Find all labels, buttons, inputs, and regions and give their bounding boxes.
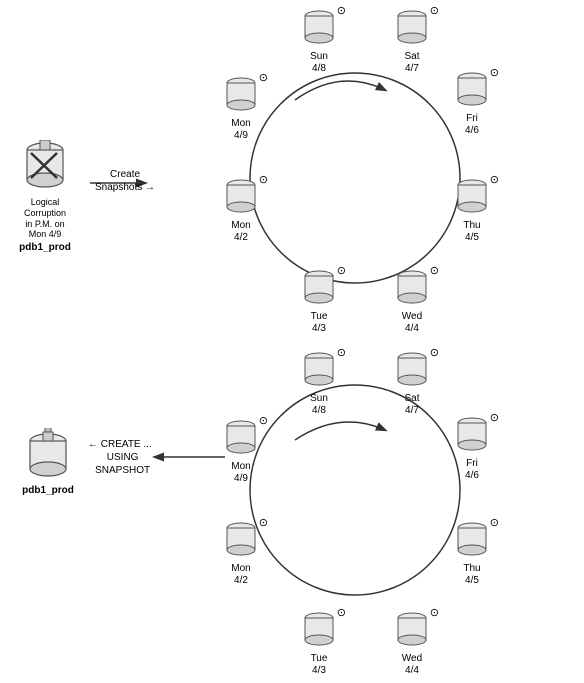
camera-icon: ⊙ bbox=[337, 606, 346, 619]
camera-icon: ⊙ bbox=[490, 66, 499, 79]
restored-db: pdb1_prod bbox=[22, 428, 74, 497]
snapshot-thu-45-top: ⊙ Thu4/5 bbox=[453, 177, 491, 244]
create-snapshots-label: CreateSnapshots → bbox=[95, 168, 155, 194]
snapshot-thu-45-bottom: ⊙ Thu4/5 bbox=[453, 520, 491, 587]
snapshot-label: Thu4/5 bbox=[463, 563, 480, 587]
snapshot-mon-42-top: ⊙ Mon4/2 bbox=[222, 177, 260, 244]
create-snapshot-label: ← CREATE ... USING SNAPSHOT bbox=[88, 438, 152, 477]
snapshot-wed-44-bottom: ⊙ Wed4/4 bbox=[393, 610, 431, 677]
snapshot-label: Mon4/2 bbox=[231, 220, 250, 244]
snapshot-label: Mon4/9 bbox=[231, 461, 250, 485]
camera-icon: ⊙ bbox=[259, 516, 268, 529]
snapshot-sat-47-top: ⊙ Sat4/7 bbox=[393, 8, 431, 75]
snapshot-label: Tue4/3 bbox=[311, 311, 328, 335]
snapshot-label: Fri4/6 bbox=[465, 458, 479, 482]
snapshot-label: Sat4/7 bbox=[404, 393, 419, 417]
camera-icon: ⊙ bbox=[430, 346, 439, 359]
camera-icon: ⊙ bbox=[490, 516, 499, 529]
camera-icon: ⊙ bbox=[337, 4, 346, 17]
camera-icon: ⊙ bbox=[259, 71, 268, 84]
snapshot-fri-46-bottom: ⊙ Fri4/6 bbox=[453, 415, 491, 482]
snapshot-mon-49-bottom: ⊙ Mon4/9 bbox=[222, 418, 260, 485]
corrupt-db: LogicalCorruptionin P.M. onMon 4/9 pdb1_… bbox=[10, 140, 80, 254]
snapshot-label: Tue4/3 bbox=[311, 653, 328, 677]
corrupt-db-name: pdb1_prod bbox=[19, 242, 71, 254]
snapshot-label: Sun4/8 bbox=[310, 393, 328, 417]
snapshot-wed-44-top: ⊙ Wed4/4 bbox=[393, 268, 431, 335]
camera-icon: ⊙ bbox=[337, 264, 346, 277]
snapshot-label: Fri4/6 bbox=[465, 113, 479, 137]
snapshot-label: Sat4/7 bbox=[404, 51, 419, 75]
camera-icon: ⊙ bbox=[259, 414, 268, 427]
diagram-svg bbox=[0, 0, 584, 683]
camera-icon: ⊙ bbox=[430, 264, 439, 277]
snapshot-label: Mon4/2 bbox=[231, 563, 250, 587]
snapshot-label: Wed4/4 bbox=[402, 653, 422, 677]
main-diagram: LogicalCorruptionin P.M. onMon 4/9 pdb1_… bbox=[0, 0, 584, 683]
snapshot-sun-48-bottom: ⊙ Sun4/8 bbox=[300, 350, 338, 417]
camera-icon: ⊙ bbox=[259, 173, 268, 186]
snapshot-sun-48-top: ⊙ Sun4/8 bbox=[300, 8, 338, 75]
snapshot-mon-42-bottom: ⊙ Mon4/2 bbox=[222, 520, 260, 587]
snapshot-sat-47-bottom: ⊙ Sat4/7 bbox=[393, 350, 431, 417]
snapshot-mon-49-top: ⊙ Mon4/9 bbox=[222, 75, 260, 142]
snapshot-label: Mon4/9 bbox=[231, 118, 250, 142]
snapshot-label: Sun4/8 bbox=[310, 51, 328, 75]
snapshot-label: Wed4/4 bbox=[402, 311, 422, 335]
corrupt-db-label: LogicalCorruptionin P.M. onMon 4/9 bbox=[10, 197, 80, 240]
camera-icon: ⊙ bbox=[430, 606, 439, 619]
camera-icon: ⊙ bbox=[490, 173, 499, 186]
snapshot-tue-43-bottom: ⊙ Tue4/3 bbox=[300, 610, 338, 677]
camera-icon: ⊙ bbox=[490, 411, 499, 424]
camera-icon: ⊙ bbox=[337, 346, 346, 359]
snapshot-tue-43-top: ⊙ Tue4/3 bbox=[300, 268, 338, 335]
snapshot-fri-46-top: ⊙ Fri4/6 bbox=[453, 70, 491, 137]
camera-icon: ⊙ bbox=[430, 4, 439, 17]
restored-db-name: pdb1_prod bbox=[22, 485, 74, 497]
snapshot-label: Thu4/5 bbox=[463, 220, 480, 244]
